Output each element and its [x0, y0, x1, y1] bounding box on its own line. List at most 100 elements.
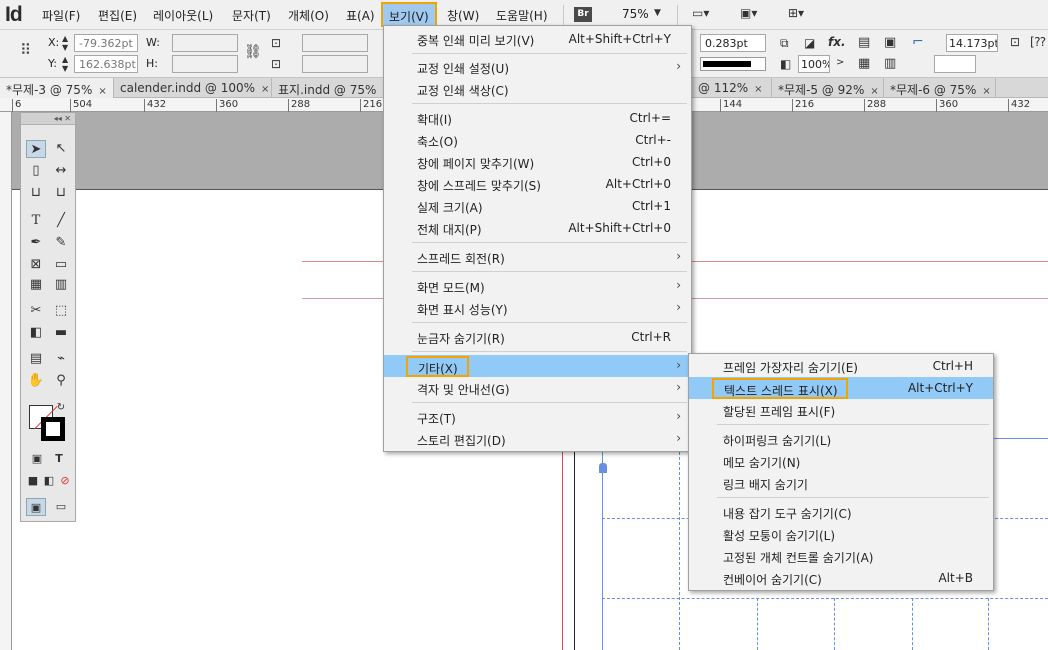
opacity-arrow-icon[interactable]: >	[836, 57, 844, 68]
corner-shape-select[interactable]	[934, 55, 976, 73]
y-stepper-icon[interactable]: ▲ ▼	[62, 55, 68, 73]
horizontal-grid-tool-icon[interactable]: ▦	[26, 276, 46, 294]
hand-tool-icon[interactable]: ✋	[26, 372, 46, 390]
menu-show-text-threads[interactable]: 텍스트 스레드 표시(X) Alt+Ctrl+Y	[689, 377, 993, 399]
scale-x-field[interactable]	[302, 34, 368, 52]
scissors-tool-icon[interactable]: ✂	[26, 302, 46, 320]
apply-none-icon[interactable]: ⊘	[55, 472, 75, 490]
view-options-icon[interactable]: ▭▾	[692, 6, 709, 20]
menu-grids-guides[interactable]: 격자 및 안내선(G) ›	[384, 377, 691, 399]
menu-hide-link-badge[interactable]: 링크 배지 숨기기	[689, 472, 993, 494]
tab-untitled-3[interactable]: *무제-3 @ 75% ×	[0, 78, 114, 98]
scale-y-icon[interactable]: ⊡	[271, 57, 281, 71]
stroke-type-select[interactable]	[700, 57, 766, 71]
free-transform-tool-icon[interactable]: ⬚	[51, 302, 71, 320]
text-frame-port-icon[interactable]	[599, 463, 607, 473]
menu-overprint-preview[interactable]: 중복 인쇄 미리 보기(V) Alt+Shift+Ctrl+Y	[384, 28, 691, 50]
menu-entire-pasteboard[interactable]: 전체 대지(P) Alt+Shift+Ctrl+0	[384, 217, 691, 239]
formatting-container-icon[interactable]: ▣	[27, 450, 47, 468]
menu-type[interactable]: 문자(T)	[232, 7, 271, 24]
tab-untitled-6[interactable]: *무제-6 @ 75% ×	[884, 78, 996, 98]
corner-size-field[interactable]: 14.173pt	[946, 34, 998, 52]
bridge-icon[interactable]: Br	[574, 7, 592, 22]
stroke-swatch[interactable]	[41, 417, 65, 441]
close-icon[interactable]: ×	[98, 86, 106, 97]
zoom-level[interactable]: 75%	[622, 7, 649, 21]
page-tool-icon[interactable]: ▯	[26, 162, 46, 180]
text-wrap-icon[interactable]: ▣	[884, 35, 896, 50]
tab-untitled-5[interactable]: *무제-5 @ 92% ×	[772, 78, 884, 98]
menu-zoom-out[interactable]: 축소(O) Ctrl+-	[384, 129, 691, 151]
x-stepper-icon[interactable]: ▲ ▼	[62, 34, 68, 52]
content-collector-icon[interactable]: ⊔	[26, 184, 46, 202]
close-icon[interactable]: ×	[870, 86, 878, 97]
gradient-feather-tool-icon[interactable]: ▬	[51, 324, 71, 342]
menu-edit[interactable]: 편집(E)	[98, 7, 137, 24]
width-field[interactable]	[172, 34, 238, 52]
constrain-proportions-icon[interactable]: ⛓	[244, 44, 262, 60]
menu-extras[interactable]: 기타(X) ›	[384, 355, 691, 377]
menu-hide-conveyor[interactable]: 컨베이어 숨기기(C) Alt+B	[689, 567, 993, 589]
menu-fit-page[interactable]: 창에 페이지 맞추기(W) Ctrl+0	[384, 151, 691, 173]
close-icon[interactable]: ×	[754, 84, 762, 95]
scale-y-field[interactable]	[302, 55, 368, 73]
content-placer-icon[interactable]: ⊔	[51, 184, 71, 202]
rectangle-tool-icon[interactable]: ▭	[51, 256, 71, 274]
menu-proof-setup[interactable]: 교정 인쇄 설정(U) ›	[384, 56, 691, 78]
wrap-jump-icon[interactable]: ▥	[884, 56, 896, 71]
y-position-field[interactable]: 162.638pt	[74, 55, 138, 73]
menu-object[interactable]: 개체(O)	[288, 7, 329, 24]
menu-file[interactable]: 파일(F)	[42, 7, 80, 24]
line-tool-icon[interactable]: ╱	[51, 212, 71, 230]
close-icon[interactable]: ×	[982, 86, 990, 97]
menu-story-editor[interactable]: 스토리 편집기(D) ›	[384, 428, 691, 450]
zoom-tool-icon[interactable]: ⚲	[51, 372, 71, 390]
stroke-weight-field[interactable]: 0.283pt	[700, 34, 766, 52]
menu-screen-mode[interactable]: 화면 모드(M) ›	[384, 275, 691, 297]
menu-hide-hyperlinks[interactable]: 하이퍼링크 숨기기(L)	[689, 428, 993, 450]
screen-mode-icon[interactable]: ▣▾	[740, 6, 757, 20]
align-stroke-icon[interactable]: ▤	[858, 35, 870, 50]
close-icon[interactable]: ×	[261, 84, 269, 95]
menu-view[interactable]: 보기(V)	[381, 2, 437, 27]
corner-options-icon[interactable]: ⌐	[912, 34, 924, 50]
menu-hide-notes[interactable]: 메모 숨기기(N)	[689, 450, 993, 472]
menu-layout[interactable]: 레이아웃(L)	[153, 7, 213, 24]
gradient-swatch-tool-icon[interactable]: ◧	[26, 324, 46, 342]
note-tool-icon[interactable]: ▤	[26, 350, 46, 368]
menu-hide-anchored-object-control[interactable]: 고정된 개체 컨트롤 숨기기(A)	[689, 545, 993, 567]
menu-hide-rulers[interactable]: 눈금자 숨기기(R) Ctrl+R	[384, 326, 691, 348]
swap-fill-stroke-icon[interactable]: ↻	[55, 399, 67, 417]
tab-partial[interactable]: @ 112% ×	[692, 78, 772, 98]
menu-hide-content-grabber[interactable]: 내용 잡기 도구 숨기기(C)	[689, 501, 993, 523]
frame-fitting-icon[interactable]: ⊡	[1010, 35, 1020, 49]
menu-proof-colors[interactable]: 교정 인쇄 색상(C)	[384, 78, 691, 100]
selection-tool-icon[interactable]: ➤	[26, 140, 46, 158]
formatting-text-icon[interactable]: T	[49, 450, 69, 468]
menu-table[interactable]: 표(A)	[346, 7, 375, 24]
scale-x-icon[interactable]: ⊡	[271, 36, 281, 50]
arrange-documents-icon[interactable]: ⊞▾	[788, 6, 804, 20]
panel-overflow-icon[interactable]: [⁇	[1030, 35, 1046, 49]
normal-view-icon[interactable]: ▣	[26, 498, 46, 516]
preview-view-icon[interactable]: ▭	[51, 498, 71, 516]
reference-point-icon[interactable]: ⠿	[20, 41, 31, 59]
menu-hide-frame-edges[interactable]: 프레임 가장자리 숨기기(E) Ctrl+H	[689, 355, 993, 377]
wrap-around-icon[interactable]: ▦	[858, 56, 870, 71]
tab-cover[interactable]: 표지.indd @ 75%	[272, 78, 384, 98]
menu-show-assigned-frames[interactable]: 할당된 프레임 표시(F)	[689, 399, 993, 421]
opacity-field[interactable]: 100%	[798, 55, 830, 73]
pen-tool-icon[interactable]: ✒	[26, 234, 46, 252]
menu-zoom-in[interactable]: 확대(I) Ctrl+=	[384, 107, 691, 129]
rectangle-frame-tool-icon[interactable]: ⊠	[26, 256, 46, 274]
menu-actual-size[interactable]: 실제 크기(A) Ctrl+1	[384, 195, 691, 217]
menu-help[interactable]: 도움말(H)	[496, 7, 548, 24]
menu-display-performance[interactable]: 화면 표시 성능(Y) ›	[384, 297, 691, 319]
shadow-icon[interactable]: ⧉	[780, 36, 789, 51]
menu-window[interactable]: 창(W)	[447, 7, 479, 24]
tools-panel-header[interactable]: ◂◂ ✕	[21, 113, 75, 125]
gap-tool-icon[interactable]: ↔	[51, 162, 71, 180]
menu-hide-live-corners[interactable]: 활성 모퉁이 숨기기(L)	[689, 523, 993, 545]
fx-icon[interactable]: fx.	[828, 35, 846, 49]
menu-structure[interactable]: 구조(T) ›	[384, 406, 691, 428]
